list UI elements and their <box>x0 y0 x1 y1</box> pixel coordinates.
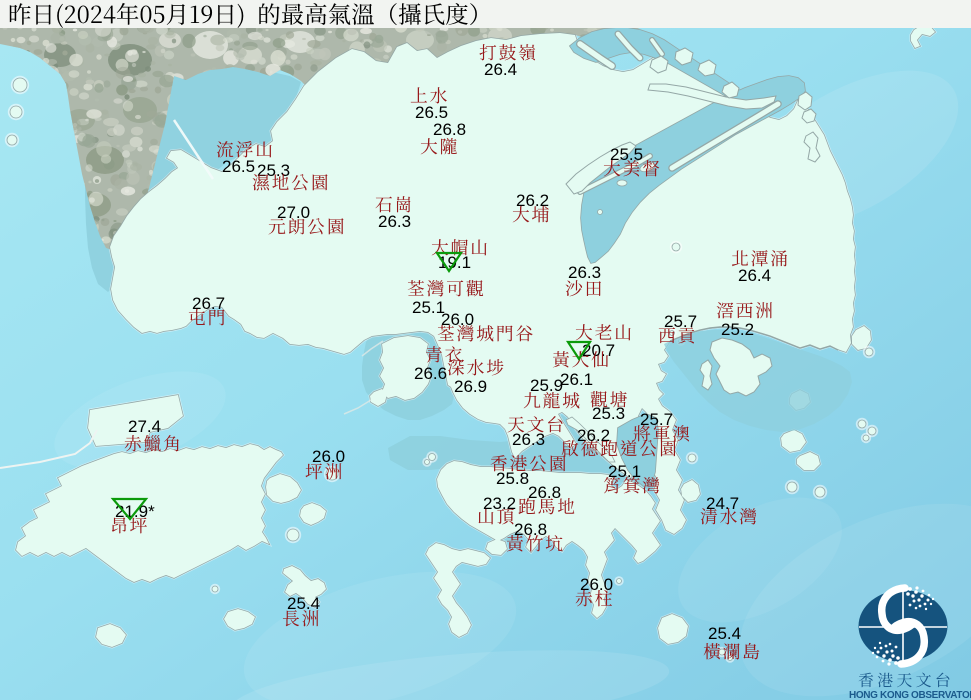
svg-text:25.8: 25.8 <box>496 469 529 488</box>
svg-text:26.8: 26.8 <box>514 520 547 539</box>
svg-text:26.0: 26.0 <box>312 447 345 466</box>
svg-text:25.7: 25.7 <box>664 312 697 331</box>
svg-text:26.8: 26.8 <box>528 483 561 502</box>
svg-text:26.7: 26.7 <box>192 294 225 313</box>
svg-text:25.3: 25.3 <box>592 404 625 423</box>
svg-text:25.5: 25.5 <box>610 145 643 164</box>
svg-text:26.8: 26.8 <box>433 120 466 139</box>
svg-text:27.0: 27.0 <box>277 203 310 222</box>
svg-text:26.3: 26.3 <box>512 430 545 449</box>
svg-text:26.0: 26.0 <box>441 310 474 329</box>
svg-text:25.9: 25.9 <box>530 376 563 395</box>
svg-text:26.2: 26.2 <box>577 426 610 445</box>
svg-text:25.4: 25.4 <box>708 624 741 643</box>
svg-text:26.2: 26.2 <box>516 191 549 210</box>
svg-text:26.3: 26.3 <box>568 263 601 282</box>
svg-text:26.4: 26.4 <box>738 266 771 285</box>
svg-text:25.2: 25.2 <box>721 320 754 339</box>
svg-text:25.7: 25.7 <box>640 410 673 429</box>
svg-text:27.4: 27.4 <box>128 417 161 436</box>
svg-text:26.6: 26.6 <box>414 364 447 383</box>
svg-text:26.3: 26.3 <box>378 212 411 231</box>
svg-text:26.1: 26.1 <box>560 370 593 389</box>
svg-text:26.4: 26.4 <box>484 60 517 79</box>
svg-text:24.7: 24.7 <box>706 494 739 513</box>
svg-text:25.4: 25.4 <box>287 594 320 613</box>
svg-text:26.9: 26.9 <box>454 377 487 396</box>
svg-text:HONG KONG OBSERVATORY: HONG KONG OBSERVATORY <box>849 690 971 700</box>
svg-text:26.5: 26.5 <box>222 157 255 176</box>
svg-text:26.0: 26.0 <box>580 575 613 594</box>
svg-text:25.1: 25.1 <box>608 462 641 481</box>
svg-text:23.2: 23.2 <box>483 494 516 513</box>
